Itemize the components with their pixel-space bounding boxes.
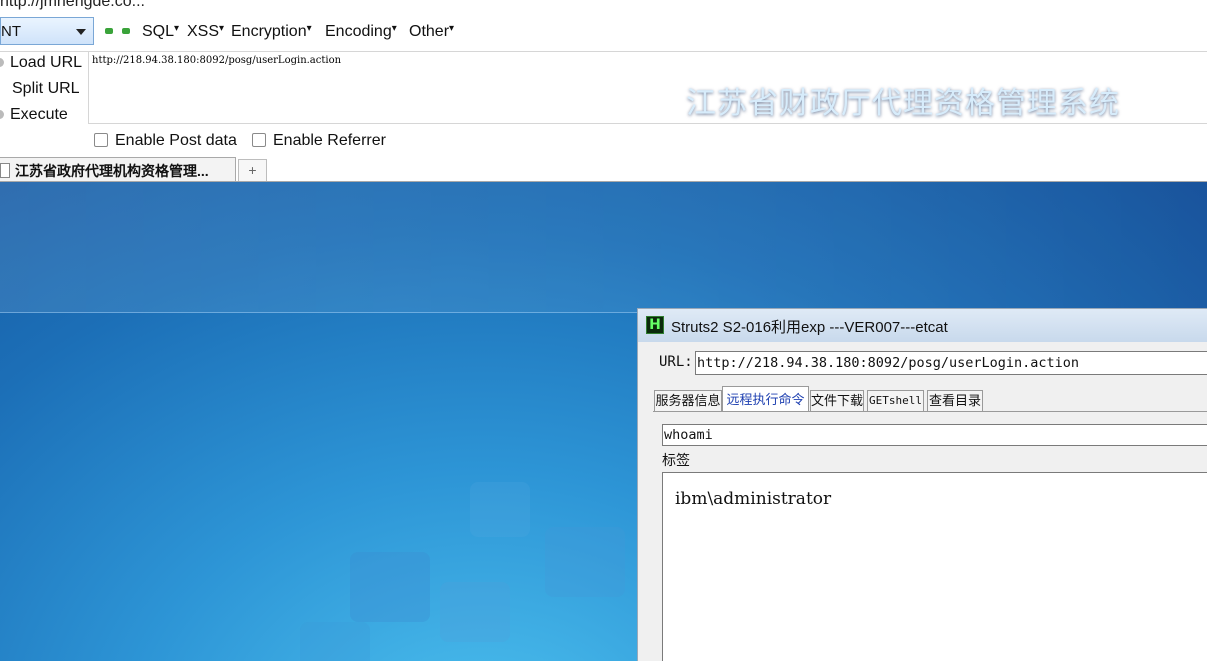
chevron-down-icon [76, 29, 86, 35]
menu-sql-label: SQL [142, 23, 175, 40]
command-value: whoami [664, 427, 713, 443]
execute-label: Execute [10, 106, 68, 123]
page-title: 江苏省财政厅代理资格管理系统 [686, 87, 1120, 120]
browser-tab-active[interactable]: 江苏省政府代理机构资格管理... [0, 157, 236, 182]
decorative-cube [440, 582, 510, 642]
tab-file-download[interactable]: 文件下载 [810, 390, 864, 411]
tool-url-label: URL: [659, 354, 693, 370]
menu-encoding-marker: ▾ [391, 23, 397, 34]
menu-other[interactable]: Other▾ [409, 23, 454, 41]
tool-url-input[interactable]: http://218.94.38.180:8092/posg/userLogin… [695, 351, 1207, 375]
command-output[interactable]: ibm\administrator [662, 472, 1207, 661]
hackbar-version-select[interactable]: NT [0, 17, 94, 45]
execute-button[interactable]: Execute [0, 106, 68, 124]
menu-encryption-marker: ▾ [306, 23, 312, 34]
enable-post-label: Enable Post data [115, 132, 237, 149]
menu-xss[interactable]: XSS▾ [187, 23, 224, 41]
output-label: 标签 [662, 452, 690, 468]
tab-view-directory[interactable]: 查看目录 [927, 390, 983, 411]
load-url-button[interactable]: Load URL [0, 54, 82, 72]
hackbar-toolbar [0, 14, 1207, 50]
tab-getshell[interactable]: GETshell [867, 390, 924, 411]
enable-referrer-checkbox[interactable] [252, 133, 266, 147]
new-tab-button[interactable]: + [238, 159, 267, 182]
top-partial-url: http://jmnengde.co... [0, 0, 145, 10]
execute-icon [0, 110, 4, 120]
decorative-cube [470, 482, 530, 537]
menu-encoding-label: Encoding [325, 23, 392, 40]
tab-server-info[interactable]: 服务器信息 [654, 390, 722, 411]
enable-post-checkbox[interactable] [94, 133, 108, 147]
tool-url-value: http://218.94.38.180:8092/posg/userLogin… [697, 355, 1080, 371]
menu-xss-label: XSS [187, 23, 220, 40]
tool-window-title: Struts2 S2-016利用exp ---VER007---etcat [671, 319, 948, 336]
tab-panel-border [653, 411, 1207, 412]
menu-sql-marker: ▾ [174, 23, 180, 34]
decorative-cube [545, 527, 625, 597]
hackbar-version-value: NT [1, 23, 21, 40]
page-header-band [0, 182, 1207, 313]
menu-encoding[interactable]: Encoding▾ [325, 23, 397, 41]
decorative-cube [300, 622, 370, 661]
hackbar-url-text: http://218.94.38.180:8092/posg/userLogin… [92, 55, 342, 66]
increase-icon[interactable] [122, 28, 130, 34]
menu-encryption-label: Encryption [231, 23, 307, 40]
menu-sql[interactable]: SQL▾ [142, 23, 179, 41]
menu-xss-marker: ▾ [219, 23, 225, 34]
menu-other-label: Other [409, 23, 450, 40]
menu-encryption[interactable]: Encryption▾ [231, 23, 312, 41]
enable-referrer-label: Enable Referrer [273, 132, 386, 149]
load-url-label: Load URL [10, 54, 83, 71]
browser-tab-title: 江苏省政府代理机构资格管理... [15, 163, 209, 179]
tab-remote-exec[interactable]: 远程执行命令 [722, 386, 809, 412]
split-url-label: Split URL [12, 80, 80, 97]
page-icon [0, 163, 10, 178]
menu-other-marker: ▾ [449, 23, 455, 34]
split-url-button[interactable]: Split URL [12, 80, 80, 98]
command-output-text: ibm\administrator [675, 489, 832, 509]
top-partial-bar: http://jmnengde.co... [0, 0, 1207, 14]
app-icon: H [646, 316, 664, 334]
decrease-icon[interactable] [105, 28, 113, 34]
load-icon [0, 58, 4, 68]
command-input[interactable]: whoami [662, 424, 1207, 446]
decorative-cube [350, 552, 430, 622]
